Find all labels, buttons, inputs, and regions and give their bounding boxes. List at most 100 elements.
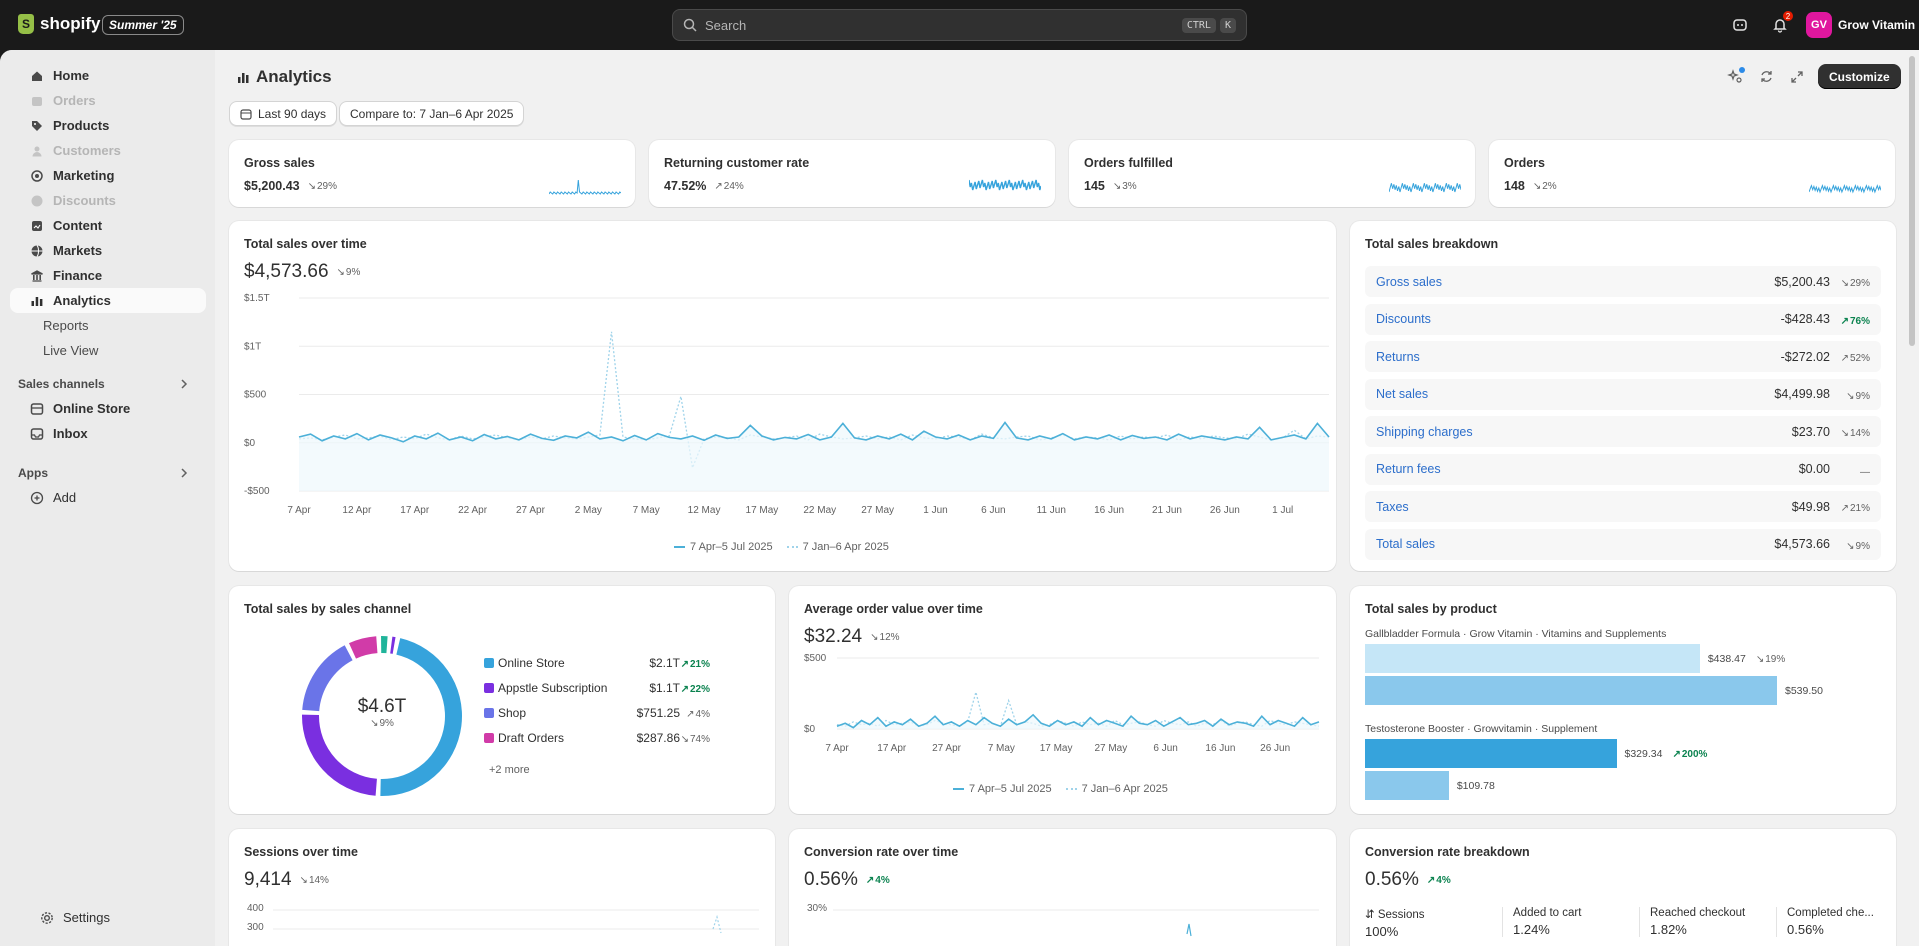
- compare-button[interactable]: Compare to: 7 Jan–6 Apr 2025: [339, 101, 525, 126]
- sessions-card[interactable]: Sessions over time 9,414 ↘ 14% 400 300: [229, 829, 775, 946]
- channel-legend-item[interactable]: Appstle Subscription $1.1T ↗ 22%: [484, 681, 710, 695]
- legend-swatch: [484, 658, 494, 668]
- change-value: —: [1860, 466, 1870, 478]
- product-value: $329.34 ↗ 200%: [1625, 748, 1708, 760]
- sidebar-item-content[interactable]: Content: [10, 213, 206, 238]
- sidebar-item-markets[interactable]: Markets: [10, 238, 206, 263]
- arrow-up-icon: ↗: [1426, 874, 1436, 886]
- sales-channels-heading: Sales channels: [18, 376, 105, 391]
- change-value: 76%: [1849, 315, 1870, 327]
- x-tick-label: 6 Jun: [1153, 743, 1177, 754]
- product-bar[interactable]: [1365, 739, 1617, 768]
- product-amount: $109.78: [1456, 780, 1495, 792]
- channel-legend-item[interactable]: Draft Orders $287.86 ↘ 74%: [484, 731, 710, 745]
- kpi-title: Orders fulfilled: [1084, 156, 1173, 170]
- sidebar-item-finance[interactable]: Finance: [10, 263, 206, 288]
- edition-badge[interactable]: Summer '25: [102, 15, 184, 35]
- aov-card[interactable]: Average order value over time $32.24 ↘ 12…: [789, 586, 1336, 814]
- sidekick-icon[interactable]: [1730, 15, 1750, 35]
- legend-previous[interactable]: 7 Jan–6 Apr 2025: [786, 541, 889, 553]
- breakdown-row-discounts[interactable]: Discounts -$428.43 ↗ 76%: [1365, 303, 1881, 335]
- sidebar-item-analytics[interactable]: Analytics: [10, 288, 206, 313]
- x-tick-label: 17 Apr: [400, 505, 430, 516]
- bell-icon[interactable]: 2: [1770, 11, 1793, 35]
- legend-swatch: [484, 733, 494, 743]
- product-bar[interactable]: [1365, 644, 1700, 673]
- sidebar-item-settings[interactable]: Settings: [20, 905, 216, 930]
- funnel-step-text: Reached checkout: [1650, 907, 1746, 919]
- product-value: $438.47 ↘ 19%: [1708, 653, 1785, 665]
- sidebar-item-inbox[interactable]: Inbox: [10, 421, 206, 446]
- change-value: 9%: [345, 266, 361, 278]
- total-sales-card[interactable]: Total sales over time $4,573.66 ↘ 9% $1.5…: [229, 221, 1336, 571]
- channel-legend-item[interactable]: Shop $751.25 ↗ 4%: [484, 706, 710, 720]
- store-menu[interactable]: GV Grow Vitamin: [1806, 12, 1915, 38]
- sidebar-item-online-store[interactable]: Online Store: [10, 396, 206, 421]
- donut-slice[interactable]: [348, 636, 378, 659]
- person-icon: [32, 146, 42, 156]
- change-value: 4%: [1436, 874, 1451, 886]
- funnel-step[interactable]: Completed che... 0.56%: [1776, 907, 1874, 937]
- legend-previous[interactable]: 7 Jan–6 Apr 2025: [1065, 783, 1168, 795]
- arrow-up-icon: ↗: [1672, 748, 1681, 760]
- more-channels-link[interactable]: +2 more: [489, 764, 530, 776]
- sales-by-channel-card[interactable]: Total sales by sales channel $4.6T ↘ 9% O…: [229, 586, 775, 814]
- sales-by-product-card[interactable]: Total sales by product Gallbladder Formu…: [1350, 586, 1896, 814]
- sidebar-subitem-reports[interactable]: Reports: [0, 313, 214, 338]
- sidebar-item-label: Finance: [53, 268, 103, 283]
- funnel-step[interactable]: Reached checkout 1.82%: [1639, 907, 1745, 937]
- sessions-metric: 9,414 ↘ 14%: [244, 869, 329, 891]
- y-tick-label: $1T: [244, 341, 261, 352]
- funnel-step[interactable]: Added to cart 1.24%: [1502, 907, 1581, 937]
- sidebar-item-marketing[interactable]: Marketing: [10, 163, 206, 188]
- change-indicator: ↗ 24%: [714, 181, 743, 192]
- product-bar[interactable]: [1365, 771, 1449, 800]
- apps-section[interactable]: Apps: [0, 460, 214, 485]
- scrollbar-thumb[interactable]: [1909, 56, 1915, 346]
- sidebar-item-home[interactable]: Home: [10, 63, 206, 88]
- legend-current[interactable]: 7 Apr–5 Jul 2025: [674, 541, 773, 553]
- breakdown-row-gross-sales[interactable]: Gross sales $5,200.43 ↘ 29%: [1365, 266, 1881, 297]
- donut-slice[interactable]: [390, 636, 396, 654]
- date-range-button[interactable]: Last 90 days: [229, 101, 338, 126]
- product-bar[interactable]: [1365, 676, 1777, 705]
- channel-amount: $287.86: [636, 731, 680, 745]
- kpi-card[interactable]: Orders 148 ↘ 2%: [1489, 140, 1895, 207]
- kpi-card[interactable]: Gross sales $5,200.43 ↘ 29%: [229, 140, 635, 207]
- breakdown-row-net-sales[interactable]: Net sales $4,499.98 ↘ 9%: [1365, 378, 1881, 410]
- card-title: Conversion rate over time: [804, 845, 959, 859]
- change-indicator: ↘ 29%: [308, 181, 337, 192]
- conversion-time-card[interactable]: Conversion rate over time 0.56% ↗ 4% 30%: [789, 829, 1336, 946]
- kpi-card[interactable]: Returning customer rate 47.52% ↗ 24%: [649, 140, 1055, 207]
- search-input[interactable]: Search CTRL K: [672, 9, 1247, 41]
- breakdown-row-taxes[interactable]: Taxes $49.98 ↗ 21%: [1365, 491, 1881, 522]
- breakdown-change: ↘ 29%: [1830, 274, 1870, 289]
- calendar-icon: [240, 108, 252, 120]
- sidebar-subitem-live-view[interactable]: Live View: [0, 338, 214, 363]
- conversion-breakdown-card[interactable]: Conversion rate breakdown 0.56% ↗ 4% ⇵ Se…: [1350, 829, 1896, 946]
- customize-button[interactable]: Customize: [1818, 64, 1901, 89]
- legend-current[interactable]: 7 Apr–5 Jul 2025: [953, 783, 1052, 795]
- breakdown-label: Discounts: [1376, 312, 1431, 326]
- breakdown-row-returns[interactable]: Returns -$272.02 ↗ 52%: [1365, 341, 1881, 372]
- legend-previous-label: 7 Jan–6 Apr 2025: [802, 541, 889, 553]
- inbox-icon: [30, 427, 44, 440]
- channel-legend-item[interactable]: Online Store $2.1T ↗ 21%: [484, 656, 710, 670]
- sidebar-item-products[interactable]: Products: [10, 113, 206, 138]
- breakdown-row-return-fees[interactable]: Return fees $0.00 —: [1365, 453, 1881, 485]
- sales-channels-section[interactable]: Sales channels: [0, 371, 214, 396]
- shopify-logo[interactable]: shopify: [18, 14, 100, 34]
- refresh-button[interactable]: [1752, 64, 1780, 89]
- arrow-up-icon: ↗: [680, 659, 689, 670]
- breakdown-row-total-sales[interactable]: Total sales $4,573.66 ↘ 9%: [1365, 528, 1881, 560]
- donut-slice[interactable]: [381, 636, 388, 654]
- add-app-button[interactable]: Add: [10, 485, 206, 510]
- funnel-step[interactable]: ⇵ Sessions 100%: [1365, 907, 1425, 939]
- arrow-down-icon: ↘: [307, 180, 316, 192]
- breakdown-row-shipping-charges[interactable]: Shipping charges $23.70 ↘ 14%: [1365, 416, 1881, 447]
- kpi-card[interactable]: Orders fulfilled 145 ↘ 3%: [1069, 140, 1475, 207]
- breakdown-label: Net sales: [1376, 387, 1429, 401]
- fullscreen-button[interactable]: [1783, 64, 1811, 89]
- page-scrollbar[interactable]: [1905, 50, 1919, 946]
- ai-sparkle-button[interactable]: [1721, 64, 1749, 89]
